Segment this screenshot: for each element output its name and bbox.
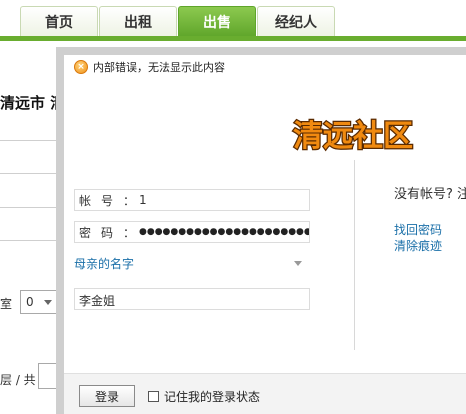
floor-label: 层 / 共 bbox=[0, 373, 36, 387]
security-question-value: 母亲的名字 bbox=[74, 256, 135, 271]
tab-agent[interactable]: 经纪人 bbox=[257, 6, 335, 36]
divider bbox=[0, 240, 60, 241]
password-value[interactable]: ●●●●●●●●●●●●●●●●●●●●●●●●●●●●●● bbox=[139, 227, 309, 237]
logo-text: 清远社区 bbox=[293, 119, 413, 154]
remember-checkbox[interactable] bbox=[148, 391, 159, 402]
divider bbox=[0, 207, 60, 208]
security-question-select[interactable]: 母亲的名字 bbox=[74, 253, 310, 273]
tab-sale[interactable]: 出售 bbox=[178, 6, 256, 37]
forgot-password-link[interactable]: 找回密码 bbox=[394, 222, 442, 238]
help-links: 找回密码 清除痕迹 bbox=[394, 222, 442, 254]
account-value[interactable]: 1 bbox=[139, 193, 309, 207]
room-count-value: 0 bbox=[26, 295, 34, 309]
error-message: 内部错误，无法显示此内容 bbox=[93, 61, 225, 74]
clear-traces-link[interactable]: 清除痕迹 bbox=[394, 238, 442, 254]
remember-label: 记住我的登录状态 bbox=[164, 390, 261, 404]
site-logo: 清远社区 bbox=[292, 118, 415, 155]
nav-underline-bar bbox=[0, 36, 466, 41]
divider bbox=[0, 173, 60, 174]
password-label: 密码： bbox=[79, 225, 146, 240]
register-prompt: 没有帐号? 注 bbox=[394, 183, 466, 202]
login-dialog: × 内部错误，无法显示此内容 清远社区 帐号： 1 密码： ●●●●●●●●●●… bbox=[64, 55, 466, 414]
remember-me[interactable]: 记住我的登录状态 bbox=[148, 388, 260, 405]
error-bar: × 内部错误，无法显示此内容 bbox=[64, 55, 466, 79]
chevron-down-icon bbox=[294, 261, 302, 266]
dialog-footer: 登录 记住我的登录状态 bbox=[64, 373, 466, 414]
account-field[interactable]: 帐号： 1 bbox=[74, 189, 310, 211]
chevron-down-icon bbox=[44, 300, 52, 305]
room-label: 室 bbox=[0, 297, 13, 311]
divider bbox=[0, 140, 60, 141]
no-account-text[interactable]: 没有帐号? 注 bbox=[394, 187, 466, 202]
room-count-select[interactable]: 0 bbox=[20, 290, 58, 314]
modal-overlay: × 内部错误，无法显示此内容 清远社区 帐号： 1 密码： ●●●●●●●●●●… bbox=[56, 47, 466, 414]
account-label: 帐号： bbox=[79, 193, 146, 208]
tab-rent[interactable]: 出租 bbox=[99, 6, 177, 36]
x-circle-icon: × bbox=[74, 60, 88, 74]
tab-home[interactable]: 首页 bbox=[20, 6, 98, 36]
main-nav: 首页 出租 出售 经纪人 bbox=[20, 6, 336, 37]
login-button[interactable]: 登录 bbox=[79, 385, 135, 407]
security-answer-input[interactable]: 李金姐 bbox=[74, 288, 310, 310]
column-divider bbox=[354, 160, 355, 350]
password-field[interactable]: 密码： ●●●●●●●●●●●●●●●●●●●●●●●●●●●●●● bbox=[74, 221, 310, 243]
